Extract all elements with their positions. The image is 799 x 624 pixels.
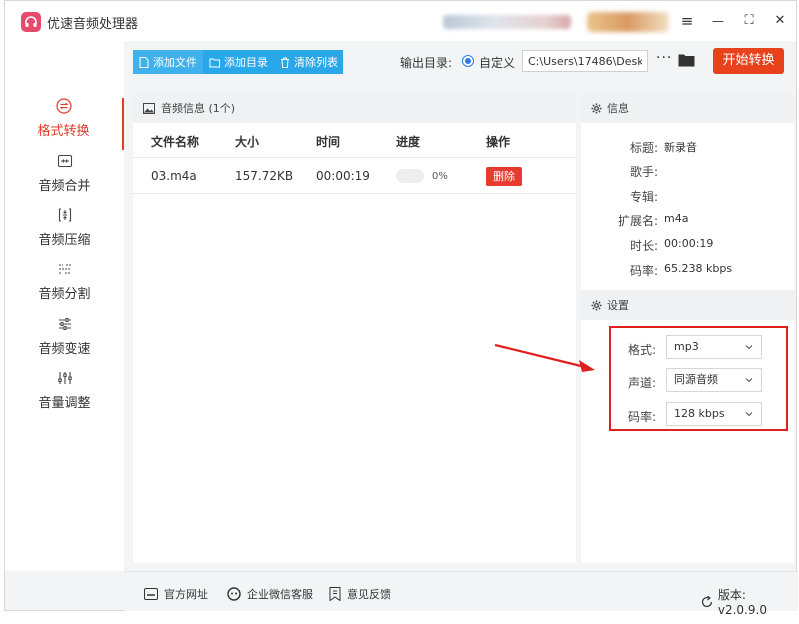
maximize-icon[interactable]: ⛶ xyxy=(739,11,759,31)
file-list-panel: 音频信息 (1个) 文件名称 大小 时间 进度 操作 03.m4a 157.72… xyxy=(133,93,576,563)
app-title: 优速音频处理器 xyxy=(47,17,139,32)
info-row-extension: 扩展名: m4a xyxy=(617,212,689,228)
setting-channel-label: 声道: xyxy=(627,376,656,390)
sidebar-item-format-convert[interactable]: 格式转换 xyxy=(5,98,124,150)
sidebar-item-audio-split[interactable]: 音频分割 xyxy=(5,261,124,313)
blurred-user-avatar[interactable] xyxy=(587,12,669,32)
sidebar: 格式转换 音频合并 音频压缩 音频分割 音频变速 音量调整 xyxy=(5,41,124,571)
setting-bitrate: 码率: 128 kbps xyxy=(581,402,794,428)
version-info: 版本: v2.0.9.0 xyxy=(701,586,798,617)
bitrate-select[interactable]: 128 kbps xyxy=(666,402,762,426)
column-header-name: 文件名称 xyxy=(151,135,200,149)
chevron-down-icon xyxy=(745,378,753,383)
sidebar-item-audio-speed[interactable]: 音频变速 xyxy=(5,316,124,368)
file-size-cell: 157.72KB xyxy=(235,169,294,183)
version-text: 版本: v2.0.9.0 xyxy=(717,588,767,617)
output-dir-label: 输出目录: xyxy=(400,56,453,70)
info-title: 信息 xyxy=(607,102,629,115)
settings-title: 设置 xyxy=(607,299,629,312)
settings-header: 设置 xyxy=(581,290,794,320)
setting-format-label: 格式: xyxy=(627,343,656,357)
table-divider xyxy=(133,193,576,194)
file-name-cell: 03.m4a xyxy=(151,169,197,183)
bottom-bar: 官方网址 企业微信客服 意见反馈 版本: v2.0.9.0 xyxy=(124,571,798,617)
column-header-size: 大小 xyxy=(235,135,260,149)
sidebar-item-label: 音频压缩 xyxy=(38,233,91,248)
sidebar-item-label: 格式转换 xyxy=(37,124,90,139)
custom-dir-radio[interactable] xyxy=(462,55,474,67)
browse-more-button[interactable]: ··· xyxy=(656,50,672,66)
gear-icon xyxy=(591,299,602,311)
chat-icon xyxy=(227,587,241,601)
info-row-bitrate: 码率: 65.238 kbps xyxy=(629,262,733,278)
split-icon xyxy=(58,264,71,274)
merge-icon xyxy=(57,154,72,168)
info-row-duration: 时长: 00:00:19 xyxy=(629,237,714,253)
gear-icon xyxy=(591,102,602,114)
blurred-account-info xyxy=(443,15,571,29)
refresh-icon xyxy=(701,595,712,607)
minimize-icon[interactable]: — xyxy=(708,11,728,31)
column-header-action: 操作 xyxy=(486,135,511,149)
info-row-album: 专辑: xyxy=(629,190,658,204)
app-window: 优速音频处理器 ≡ — ⛶ ✕ 格式转换 音频合并 音频压缩 音频分割 音频变速 xyxy=(4,0,798,617)
feedback-link[interactable]: 意见反馈 xyxy=(329,586,391,602)
compress-icon xyxy=(58,208,71,222)
sidebar-item-volume-adjust[interactable]: 音量调整 xyxy=(5,370,124,422)
custom-dir-label[interactable]: 自定义 xyxy=(479,54,515,71)
progress-percent: 0% xyxy=(432,171,448,182)
column-header-time: 时间 xyxy=(316,135,341,149)
progress-bar xyxy=(396,169,424,183)
setting-channel: 声道: 同源音频 xyxy=(581,368,794,394)
trash-icon xyxy=(281,57,289,68)
app-logo-icon xyxy=(21,12,41,32)
output-path-input[interactable] xyxy=(522,50,648,72)
chevron-down-icon xyxy=(745,412,753,417)
file-icon xyxy=(139,56,149,68)
sidebar-item-label: 音频变速 xyxy=(38,342,91,357)
file-time-cell: 00:00:19 xyxy=(316,169,370,183)
file-list-title: 音频信息 (1个) xyxy=(161,102,236,115)
folder-outline-icon xyxy=(209,58,220,67)
title-bar: 优速音频处理器 ≡ — ⛶ ✕ xyxy=(5,1,796,41)
sidebar-item-audio-compress[interactable]: 音频压缩 xyxy=(5,207,124,259)
image-icon xyxy=(143,102,155,114)
info-row-artist: 歌手: xyxy=(629,165,658,179)
format-select[interactable]: mp3 xyxy=(666,335,762,359)
file-toolbar: 添加文件 添加目录 清除列表 xyxy=(133,50,343,74)
open-folder-icon[interactable] xyxy=(678,53,695,67)
info-row-title: 标题: 新录音 xyxy=(629,141,697,155)
chevron-down-icon xyxy=(745,345,753,350)
menu-icon[interactable]: ≡ xyxy=(677,11,697,31)
add-file-button[interactable]: 添加文件 xyxy=(133,50,203,74)
add-folder-button[interactable]: 添加目录 xyxy=(203,50,274,74)
setting-bitrate-label: 码率: xyxy=(627,410,656,424)
feedback-icon xyxy=(329,587,341,601)
clear-list-button[interactable]: 清除列表 xyxy=(274,50,344,74)
close-icon[interactable]: ✕ xyxy=(770,11,790,31)
swap-circle-icon xyxy=(55,98,72,114)
setting-format: 格式: mp3 xyxy=(581,335,794,361)
volume-sliders-icon xyxy=(57,372,72,384)
official-website-link[interactable]: 官方网址 xyxy=(144,586,208,602)
sidebar-item-audio-merge[interactable]: 音频合并 xyxy=(5,153,124,205)
sidebar-item-label: 音量调整 xyxy=(38,396,91,411)
sidebar-item-label: 音频分割 xyxy=(38,287,91,302)
info-settings-panel: 信息 标题: 新录音 歌手: 专辑: 扩展名: m4a 时长: 00:00:19 码率… xyxy=(581,93,794,563)
info-header: 信息 xyxy=(581,93,794,123)
start-convert-button[interactable]: 开始转换 xyxy=(713,48,784,74)
file-list-header: 音频信息 (1个) xyxy=(133,93,576,123)
speed-icon xyxy=(58,318,71,330)
sidebar-item-label: 音频合并 xyxy=(38,179,91,194)
delete-button[interactable]: 删除 xyxy=(486,167,522,186)
wechat-support-link[interactable]: 企业微信客服 xyxy=(227,586,313,602)
table-divider xyxy=(133,157,576,158)
channel-select[interactable]: 同源音频 xyxy=(666,368,762,392)
website-icon xyxy=(144,588,158,600)
column-header-progress: 进度 xyxy=(396,135,421,149)
